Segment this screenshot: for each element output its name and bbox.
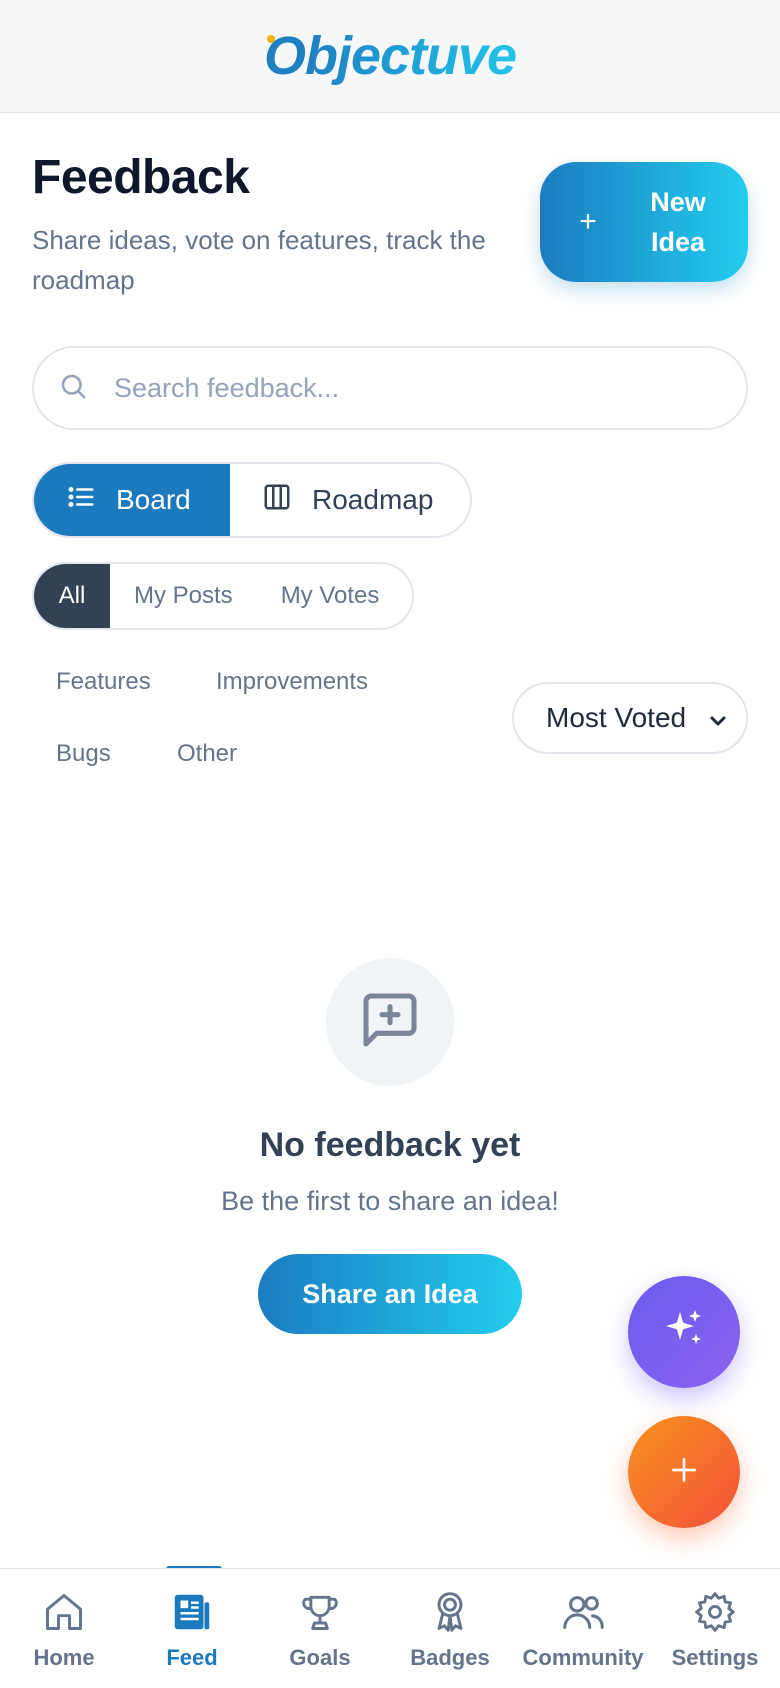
filter-my-posts[interactable]: My Posts <box>110 564 233 628</box>
page-title: Feedback <box>32 151 250 204</box>
nav-settings-label: Settings <box>671 1645 759 1670</box>
view-toggle: Board Roadmap <box>32 462 472 538</box>
logo-text: bjectuve <box>304 26 517 86</box>
list-icon <box>66 482 96 519</box>
empty-state-subtitle: Be the first to share an idea! <box>221 1186 559 1216</box>
search-icon <box>58 371 88 406</box>
plus-icon <box>668 1454 700 1491</box>
gear-icon <box>693 1589 737 1635</box>
message-plus-icon <box>358 988 422 1057</box>
columns-icon <box>262 482 292 519</box>
nav-feed-label: Feed <box>166 1645 218 1670</box>
nav-community[interactable]: Community <box>516 1569 650 1688</box>
nav-goals[interactable]: Goals <box>256 1569 384 1688</box>
nav-badges-label: Badges <box>410 1645 490 1670</box>
trophy-icon <box>298 1589 342 1635</box>
board-view-label: Board <box>116 484 191 515</box>
add-fab[interactable] <box>628 1416 740 1528</box>
filter-my-votes[interactable]: My Votes <box>233 564 380 628</box>
logo-dot <box>266 35 275 43</box>
nav-badges[interactable]: Badges <box>384 1569 516 1688</box>
empty-state-illustration <box>326 958 454 1086</box>
search-input[interactable] <box>114 372 674 404</box>
nav-feed[interactable]: Feed <box>128 1569 256 1688</box>
category-bugs[interactable]: Bugs <box>56 740 111 768</box>
search-bar[interactable] <box>32 346 748 430</box>
category-features[interactable]: Features <box>56 668 151 696</box>
app-logo[interactable]: Objectuve <box>264 26 517 86</box>
new-idea-label: New Idea <box>650 187 706 257</box>
board-view-button[interactable]: Board <box>34 464 230 536</box>
home-icon <box>42 1589 86 1635</box>
scope-filter: All My Posts My Votes <box>32 562 414 630</box>
plus-icon: + <box>579 205 597 238</box>
page-subtitle: Share ideas, vote on features, track the… <box>32 225 486 295</box>
chevron-down-icon <box>706 708 730 740</box>
sort-selected-value: Most Voted <box>546 702 687 733</box>
nav-goals-label: Goals <box>289 1645 351 1670</box>
nav-settings[interactable]: Settings <box>650 1569 780 1688</box>
new-idea-button[interactable]: + New Idea <box>540 162 748 282</box>
share-idea-button[interactable]: Share an Idea <box>258 1254 522 1334</box>
filter-all[interactable]: All <box>34 564 110 628</box>
sparkles-icon <box>660 1306 708 1359</box>
users-icon <box>560 1589 606 1635</box>
roadmap-view-button[interactable]: Roadmap <box>230 464 433 536</box>
nav-community-label: Community <box>522 1645 644 1670</box>
nav-home[interactable]: Home <box>0 1569 128 1688</box>
bottom-nav: Home Feed Goals Badges Community Setting… <box>0 1568 780 1688</box>
award-icon <box>428 1589 472 1635</box>
category-improvements[interactable]: Improvements <box>216 668 368 696</box>
sort-select[interactable]: Most Voted <box>512 682 748 754</box>
nav-home-label: Home <box>33 1645 95 1670</box>
ai-assistant-fab[interactable] <box>628 1276 740 1388</box>
top-bar: Objectuve <box>0 0 780 113</box>
roadmap-view-label: Roadmap <box>312 484 434 515</box>
empty-state-title: No feedback yet <box>259 1126 521 1164</box>
newspaper-icon <box>169 1589 215 1635</box>
category-other[interactable]: Other <box>177 740 237 768</box>
feedback-screen: Objectuve Feedback Share ideas, vote on … <box>0 0 780 1688</box>
